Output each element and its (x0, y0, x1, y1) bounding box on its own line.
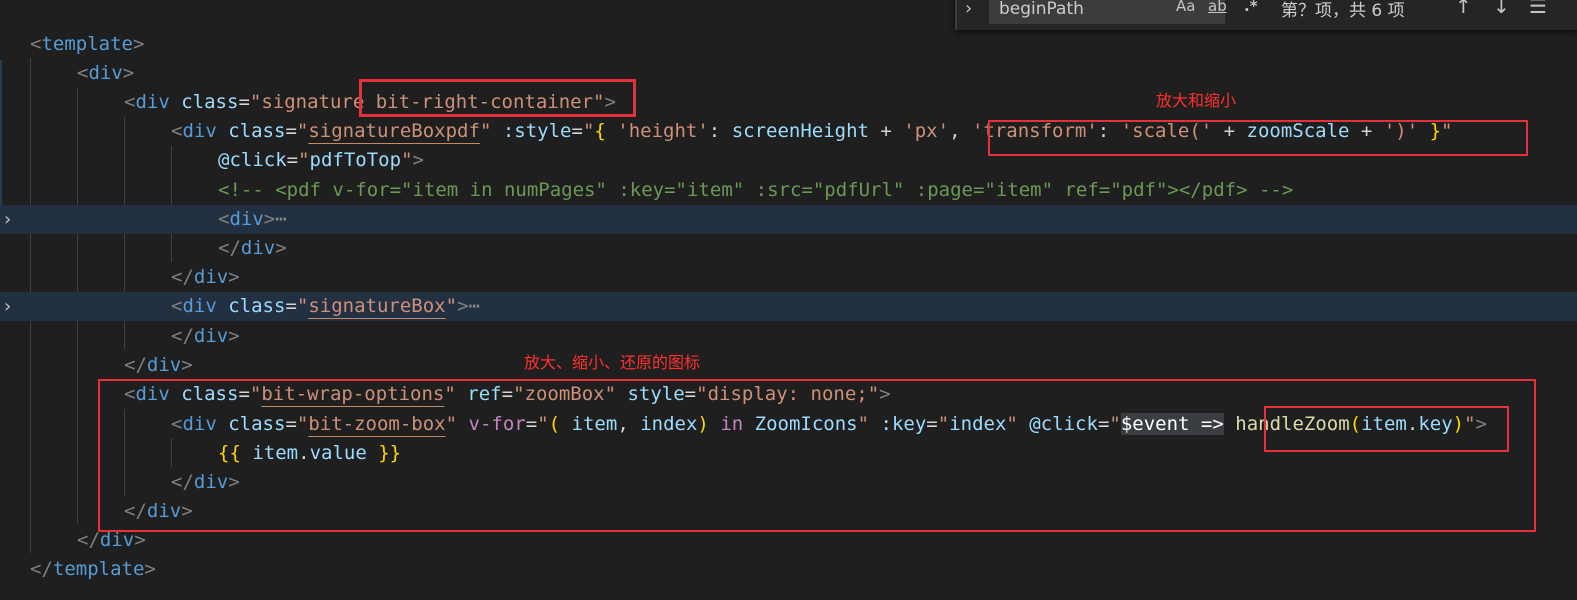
bracket: > (132, 33, 145, 55)
annotation-icons-note: 放大、缩小、还原的图标 (524, 353, 701, 372)
bracket: < (171, 120, 183, 142)
quote: " (445, 295, 458, 317)
bracket: </ (30, 558, 53, 580)
bracket: </ (218, 237, 241, 259)
arrow-up-icon[interactable]: ↑ (1455, 0, 1472, 18)
attr-name: class (228, 295, 286, 317)
code-line[interactable]: </div> (0, 351, 1577, 380)
tag-name: div (135, 91, 170, 113)
quote: " (298, 149, 310, 171)
tag-name: div (240, 237, 276, 259)
string: 'px' (903, 120, 950, 142)
tag-name: template (52, 558, 145, 580)
bracket: < (30, 33, 42, 55)
quote: " (296, 295, 309, 317)
punct: : (708, 120, 732, 142)
bracket: > (122, 62, 135, 84)
bracket: > (275, 237, 287, 259)
string: 'height' (605, 120, 709, 142)
quote: " (479, 120, 492, 142)
attr-name: class (181, 91, 239, 113)
bracket: </ (171, 325, 194, 347)
quote: " (401, 149, 413, 171)
tag-name: div (146, 354, 182, 376)
annotation-zoom-note: 放大和缩小 (1156, 91, 1237, 110)
annotation-box-handler (1264, 406, 1509, 452)
code-line[interactable]: <template> (0, 30, 1577, 59)
annotation-box-zoom-options (98, 379, 1536, 532)
equals: = (285, 295, 297, 317)
tag-name: div (99, 529, 135, 551)
chevron-right-icon[interactable]: › (965, 0, 972, 19)
fold-ellipsis[interactable]: ⋯ (275, 208, 286, 230)
find-widget: › beginPath Aa ab .* 第？项，共 6 项 ↑ ↓ ☰ (955, 0, 1577, 30)
bracket: < (171, 295, 183, 317)
tag-name: div (193, 266, 229, 288)
bracket: > (228, 266, 240, 288)
html-comment: <!-- <pdf v-for="item in numPages" :key=… (218, 179, 1294, 201)
code-line[interactable]: </div> (0, 234, 1577, 263)
tag-name: div (88, 62, 123, 84)
bracket: > (228, 325, 240, 347)
arrow-down-icon[interactable]: ↓ (1493, 0, 1510, 18)
bracket: > (412, 149, 424, 171)
chevron-right-icon[interactable]: › (4, 205, 20, 234)
event-attr-name: @click (218, 149, 287, 171)
code-line-folded[interactable]: › <div>⋯ (0, 205, 1577, 234)
code-line[interactable]: </template> (0, 555, 1577, 584)
identifier: screenHeight (731, 120, 869, 142)
bracket: < (77, 62, 89, 84)
match-count: 第？项，共 6 项 (1281, 1, 1405, 21)
punct: , (949, 120, 972, 142)
code-line[interactable]: </div> (0, 322, 1577, 351)
bracket: </ (77, 529, 100, 551)
equals: = (286, 149, 299, 171)
bracket: > (181, 354, 193, 376)
equals: = (238, 91, 250, 113)
bracket: > (263, 208, 276, 230)
tag-name: div (193, 325, 229, 347)
chevron-right-icon[interactable]: › (4, 292, 20, 321)
whole-word-toggle[interactable]: ab (1208, 0, 1227, 15)
code-line[interactable]: <!-- <pdf v-for="item in numPages" :key=… (0, 176, 1577, 205)
bracket: </ (171, 266, 194, 288)
match-case-toggle[interactable]: Aa (1176, 0, 1195, 15)
quote: " (296, 120, 309, 142)
class-value: signatureBox (308, 295, 446, 317)
handler-name: pdfToTop (309, 149, 402, 171)
code-line-folded[interactable]: › <div class="signatureBox">⋯ (0, 292, 1577, 321)
bracket: > (457, 295, 469, 317)
code-editor[interactable]: <template> <div> <div class="signature b… (0, 0, 1577, 600)
code-line[interactable]: <div> (0, 59, 1577, 88)
operator: + (868, 120, 904, 142)
equals: = (285, 120, 297, 142)
tag-name: template (41, 33, 133, 55)
annotation-box-transform (988, 120, 1528, 156)
regex-toggle[interactable]: .* (1244, 0, 1258, 15)
annotation-box-class-name (359, 79, 636, 117)
class-value: signatureBoxpdf (308, 120, 480, 142)
brace: { (594, 120, 606, 142)
attr-name: class (228, 120, 286, 142)
bracket: </ (124, 354, 147, 376)
bracket: > (134, 529, 146, 551)
equals: = (571, 120, 583, 142)
tag-name: div (229, 208, 264, 230)
fold-ellipsis[interactable]: ⋯ (469, 295, 480, 317)
tag-name: div (182, 120, 217, 142)
bound-attr-name: :style (502, 120, 572, 142)
bracket: < (218, 208, 230, 230)
bracket: < (124, 91, 136, 113)
code-line[interactable]: <div class="signature bit-right-containe… (0, 88, 1577, 117)
tag-name: div (182, 295, 217, 317)
quote: " (582, 120, 595, 142)
bracket: > (144, 558, 156, 580)
code-line[interactable]: </div> (0, 263, 1577, 292)
menu-icon[interactable]: ☰ (1529, 0, 1547, 18)
